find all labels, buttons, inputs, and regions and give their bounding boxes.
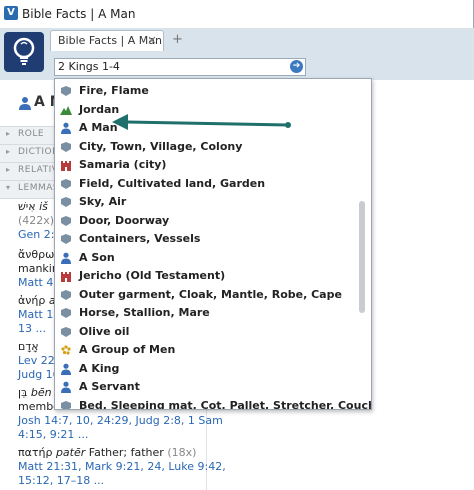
annotation-arrow [112, 114, 291, 130]
